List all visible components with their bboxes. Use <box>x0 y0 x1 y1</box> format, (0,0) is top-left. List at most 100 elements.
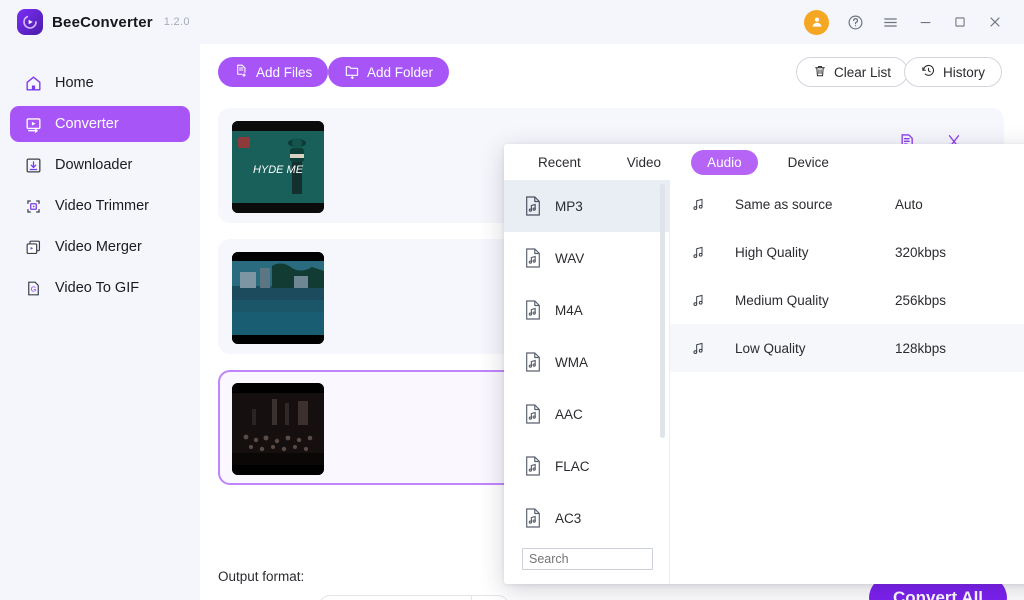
music-note-icon <box>690 340 706 356</box>
svg-text:HYDE ME: HYDE ME <box>253 164 304 176</box>
format-item-wma[interactable]: WMA <box>504 336 670 388</box>
bee-play-logo-icon <box>17 9 43 35</box>
open-folder-icon[interactable] <box>526 595 550 600</box>
harbour-town-waterfront-thumbnail <box>232 252 324 344</box>
sidebar-item-downloader[interactable]: Downloader <box>10 147 190 183</box>
tab-video[interactable]: Video <box>611 150 677 175</box>
music-note-icon <box>690 292 706 308</box>
toolbar: Add Files Add Folder Clear List History <box>200 44 1024 100</box>
format-item-m4a[interactable]: M4A <box>504 284 670 336</box>
close-icon[interactable] <box>986 13 1004 31</box>
add-folder-button[interactable]: Add Folder <box>328 57 450 87</box>
app-version: 1.2.0 <box>163 16 190 28</box>
quality-list-column: Same as source Auto High Quality 320kbps <box>670 180 1024 584</box>
sidebar-item-label: Video Trimmer <box>55 198 150 214</box>
quality-bitrate: Auto <box>895 196 923 212</box>
trim-icon <box>24 197 43 216</box>
audio-file-icon <box>524 507 542 529</box>
sidebar-item-label: Home <box>55 75 94 91</box>
dark-concert-stage-thumbnail <box>232 383 324 475</box>
tab-recent[interactable]: Recent <box>522 150 597 175</box>
sidebar: Home Converter Downloader Video Trimmer … <box>0 44 200 600</box>
sidebar-item-video-merger[interactable]: Video Merger <box>10 229 190 265</box>
tab-device[interactable]: Device <box>772 150 845 175</box>
title-bar: BeeConverter 1.2.0 <box>0 0 1024 44</box>
format-list: MP3 WAV M4A WMA AAC FLAC AC3 <box>504 180 670 540</box>
sidebar-item-label: Converter <box>55 116 119 132</box>
quality-bitrate: 128kbps <box>895 340 947 356</box>
format-item-label: FLAC <box>555 458 590 474</box>
add-files-label: Add Files <box>256 64 313 80</box>
quality-name: Medium Quality <box>735 292 829 308</box>
music-note-icon <box>690 244 706 260</box>
sidebar-item-home[interactable]: Home <box>10 65 190 101</box>
clear-list-button[interactable]: Clear List <box>796 57 909 87</box>
format-dropdown: Recent Video Audio Device MP3 WAV M4A WM… <box>504 144 1024 584</box>
hamburger-menu-icon[interactable] <box>881 13 899 31</box>
gif-icon: G <box>24 279 43 298</box>
home-icon <box>24 74 43 93</box>
quality-bitrate: 256kbps <box>895 292 947 308</box>
hype-me-teal-poster-thumbnail: HYDE ME <box>232 121 324 213</box>
format-item-label: AC3 <box>555 510 582 526</box>
quality-bitrate: 320kbps <box>895 244 947 260</box>
account-avatar-icon[interactable] <box>804 9 829 35</box>
sidebar-item-video-to-gif[interactable]: G Video To GIF <box>10 270 190 306</box>
sidebar-item-converter[interactable]: Converter <box>10 106 190 142</box>
add-files-button[interactable]: Add Files <box>218 57 329 87</box>
output-format-label: Output format: <box>218 569 305 584</box>
help-circle-icon[interactable] <box>846 13 864 31</box>
format-item-flac[interactable]: FLAC <box>504 440 670 492</box>
trash-icon <box>813 64 827 81</box>
format-item-label: WAV <box>555 250 585 266</box>
clock-history-icon <box>921 63 936 81</box>
path-more-button[interactable]: ⋯ <box>471 596 509 600</box>
audio-file-icon <box>524 403 542 425</box>
sidebar-item-label: Downloader <box>55 157 133 173</box>
add-folder-label: Add Folder <box>367 64 434 80</box>
format-item-label: MP3 <box>555 198 583 214</box>
format-item-mp3[interactable]: MP3 <box>504 180 670 232</box>
search-input[interactable] <box>522 548 653 570</box>
format-item-ac3[interactable]: AC3 <box>504 492 670 540</box>
format-item-wav[interactable]: WAV <box>504 232 670 284</box>
converter-icon <box>24 115 43 134</box>
format-item-label: AAC <box>555 406 583 422</box>
format-list-scrollbar[interactable] <box>660 184 665 438</box>
maximize-icon[interactable] <box>951 13 969 31</box>
window-controls <box>804 9 1024 35</box>
format-tabs: Recent Video Audio Device <box>504 144 1024 180</box>
format-item-label: M4A <box>555 302 583 318</box>
tab-audio[interactable]: Audio <box>691 149 758 175</box>
history-button[interactable]: History <box>904 57 1003 87</box>
audio-file-icon <box>524 455 542 477</box>
audio-file-icon <box>524 247 542 269</box>
sidebar-nav: Home Converter Downloader Video Trimmer … <box>0 44 200 306</box>
app-brand: BeeConverter 1.2.0 <box>0 9 190 35</box>
content-area: Add Files Add Folder Clear List History … <box>200 44 1024 600</box>
svg-text:G: G <box>31 285 37 293</box>
merge-icon <box>24 238 43 257</box>
music-note-icon <box>690 196 706 212</box>
file-location-field[interactable]: C:/Users/admin/Videos/ ⋯ <box>318 595 510 600</box>
minimize-icon[interactable] <box>916 13 934 31</box>
format-dropdown-body: MP3 WAV M4A WMA AAC FLAC AC3 Search Same… <box>504 180 1024 584</box>
quality-item-high-quality[interactable]: High Quality 320kbps <box>670 228 1024 276</box>
sidebar-item-label: Video To GIF <box>55 280 140 296</box>
add-file-icon <box>234 63 249 81</box>
format-item-aac[interactable]: AAC <box>504 388 670 440</box>
clear-list-label: Clear List <box>834 64 892 80</box>
audio-file-icon <box>524 195 542 217</box>
sidebar-item-label: Video Merger <box>55 239 142 255</box>
quality-item-low-quality[interactable]: Low Quality 128kbps <box>670 324 1024 372</box>
history-label: History <box>943 64 986 80</box>
quality-item-medium-quality[interactable]: Medium Quality 256kbps <box>670 276 1024 324</box>
app-window: BeeConverter 1.2.0 Home Converter Downlo… <box>0 0 1024 600</box>
audio-file-icon <box>524 351 542 373</box>
sidebar-item-video-trimmer[interactable]: Video Trimmer <box>10 188 190 224</box>
format-item-label: WMA <box>555 354 588 370</box>
format-list-column: MP3 WAV M4A WMA AAC FLAC AC3 Search <box>504 180 670 584</box>
download-icon <box>24 156 43 175</box>
quality-name: Low Quality <box>735 340 806 356</box>
quality-item-same-as-source[interactable]: Same as source Auto <box>670 180 1024 228</box>
